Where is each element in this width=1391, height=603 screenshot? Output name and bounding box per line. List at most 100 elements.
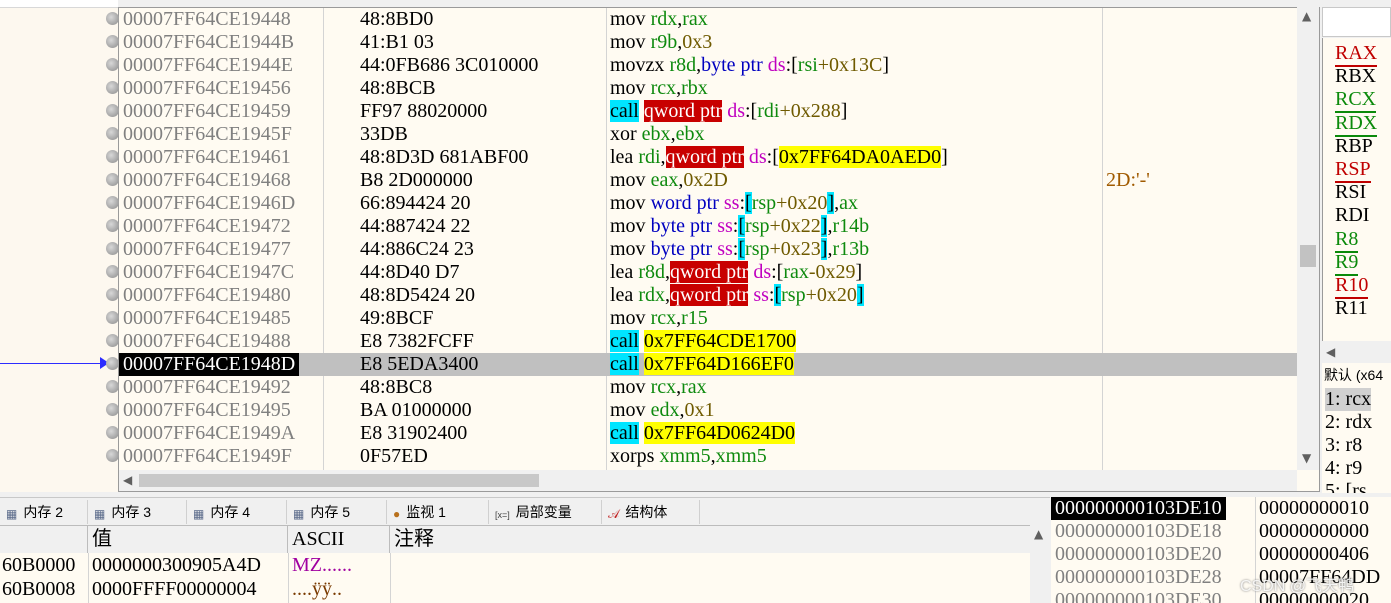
instruction-address[interactable]: 00007FF64CE1949F <box>123 445 292 468</box>
instruction-text[interactable]: mov rcx,rax <box>610 376 707 399</box>
register-rbx[interactable]: RBX <box>1335 65 1376 88</box>
instruction-row[interactable]: 00007FF64CE19461 48:8D3D 681ABF00 lea rdi,… <box>119 146 1299 169</box>
instruction-row[interactable]: 00007FF64CE19488 E8 7382FCFF call 0x7FF64C… <box>119 330 1299 353</box>
instruction-row[interactable]: 00007FF64CE19492 48:8BC8 mov rcx,rax <box>119 376 1299 399</box>
instruction-address[interactable]: 00007FF64CE1944E <box>123 54 293 77</box>
register-r8[interactable]: R8 <box>1335 228 1359 253</box>
stack-address[interactable]: 000000000103DE30 <box>1055 589 1222 603</box>
instruction-text[interactable]: mov byte ptr ss:[rsp+0x22],r14b <box>610 215 869 238</box>
instruction-address[interactable]: 00007FF64CE19495 <box>123 399 291 422</box>
registers-scrollbar[interactable]: ◀ <box>1322 341 1391 363</box>
instruction-text[interactable]: lea r8d,qword ptr ds:[rax-0x29] <box>610 261 862 284</box>
breakpoint-dot-icon[interactable] <box>106 12 119 25</box>
stack-row[interactable]: 000000000103DE18 00000000000 <box>1051 520 1391 543</box>
instruction-row[interactable]: 00007FF64CE19459 FF97 88020000 call qword … <box>119 100 1299 123</box>
instruction-address[interactable]: 00007FF64CE19468 <box>123 169 291 192</box>
instruction-row[interactable]: 00007FF64CE19448 48:8BD0 mov rdx,rax <box>119 8 1299 31</box>
breakpoint-dot-icon[interactable] <box>106 426 119 439</box>
dump-address-header[interactable] <box>0 526 88 553</box>
disassembly-vertical-scrollbar[interactable]: ▲ ▼ <box>1297 7 1319 470</box>
instruction-row[interactable]: 00007FF64CE1945F 33DB xor ebx,ebx <box>119 123 1299 146</box>
call-argument-row[interactable]: 3: r8 <box>1325 434 1362 457</box>
breakpoint-dot-icon[interactable] <box>106 242 119 255</box>
instruction-text[interactable]: call 0x7FF64D0624D0 <box>610 422 796 445</box>
instruction-address[interactable]: 00007FF64CE1948D <box>119 353 300 376</box>
instruction-row[interactable]: 00007FF64CE1949A E8 31902400 call 0x7FF64D… <box>119 422 1299 445</box>
stack-address[interactable]: 000000000103DE28 <box>1055 566 1222 589</box>
breakpoint-dot-icon[interactable] <box>106 150 119 163</box>
breakpoint-dot-icon[interactable] <box>106 380 119 393</box>
register-rdx[interactable]: RDX <box>1335 112 1378 137</box>
instruction-address[interactable]: 00007FF64CE19448 <box>123 8 291 31</box>
instruction-text[interactable]: movzx r8d,byte ptr ds:[rsi+0x13C] <box>610 54 889 77</box>
instruction-address[interactable]: 00007FF64CE19456 <box>123 77 291 100</box>
register-rdi[interactable]: RDI <box>1335 204 1369 227</box>
dump-value-header[interactable]: 值 <box>88 526 288 553</box>
scroll-up-icon[interactable]: ▲ <box>1302 9 1311 23</box>
breakpoint-dot-icon[interactable] <box>106 173 119 186</box>
instruction-address[interactable]: 00007FF64CE19480 <box>123 284 291 307</box>
tab-memory-2[interactable]: ▦ 内存 3 <box>88 500 187 524</box>
register-r9[interactable]: R9 <box>1335 251 1359 276</box>
call-convention-label[interactable]: 默认 (x64 <box>1324 365 1383 385</box>
instruction-row[interactable]: 00007FF64CE1948D E8 5EDA3400 call 0x7FF64D… <box>119 353 1299 376</box>
instruction-text[interactable]: mov rcx,rbx <box>610 77 708 100</box>
tab-locals-6[interactable]: [x=] 局部变量 <box>489 500 602 524</box>
instruction-address[interactable]: 00007FF64CE19477 <box>123 238 291 261</box>
instruction-text[interactable]: mov rdx,rax <box>610 8 708 31</box>
instruction-address[interactable]: 00007FF64CE1949A <box>123 422 295 445</box>
instruction-text[interactable]: call qword ptr ds:[rdi+0x288] <box>610 100 847 123</box>
scroll-down-icon[interactable]: ▼ <box>1302 451 1311 465</box>
instruction-row[interactable]: 00007FF64CE19472 44:887424 22 mov byte ptr… <box>119 215 1299 238</box>
breakpoint-dot-icon[interactable] <box>106 81 119 94</box>
instruction-text[interactable]: xor ebx,ebx <box>610 123 704 146</box>
instruction-row[interactable]: 00007FF64CE19485 49:8BCF mov rcx,r15 <box>119 307 1299 330</box>
breakpoint-dot-icon[interactable] <box>106 288 119 301</box>
dump-value[interactable]: 0000FFFF00000004 <box>92 577 257 601</box>
dump-ascii[interactable]: MZ...... <box>292 553 352 577</box>
stack-row[interactable]: 000000000103DE20 00000000406 <box>1051 543 1391 566</box>
stack-row[interactable]: 000000000103DE10 00000000010 <box>1051 497 1391 520</box>
instruction-row[interactable]: 00007FF64CE1944B 41:B1 03 mov r9b,0x3 <box>119 31 1299 54</box>
scroll-thumb[interactable] <box>1300 245 1316 267</box>
breakpoint-dot-icon[interactable] <box>106 311 119 324</box>
breakpoint-dot-icon[interactable] <box>106 265 119 278</box>
registers-panel[interactable]: RAX RBX RCX RDX RBP RSP RSI RDI R8 R9 R10 R11 <box>1322 38 1391 341</box>
instruction-row[interactable]: 00007FF64CE19495 BA 01000000 mov edx,0x1 <box>119 399 1299 422</box>
breakpoint-dot-icon[interactable] <box>106 35 119 48</box>
disassembly-view[interactable]: 00007FF64CE19448 48:8BD0 mov rdx,rax 00007F… <box>118 7 1320 492</box>
register-r11[interactable]: R11 <box>1335 297 1368 320</box>
stack-address[interactable]: 000000000103DE20 <box>1055 543 1222 566</box>
register-rcx[interactable]: RCX <box>1335 88 1377 114</box>
instruction-address[interactable]: 00007FF64CE19488 <box>123 330 291 353</box>
instruction-address[interactable]: 00007FF64CE1947C <box>123 261 294 284</box>
instruction-text[interactable]: mov eax,0x2D <box>610 169 728 192</box>
dump-value[interactable]: 0000000300905A4D <box>92 553 261 577</box>
instruction-row[interactable]: 00007FF64CE1944E 44:0FB686 3C010000 movzx … <box>119 54 1299 77</box>
tab-struct-7[interactable]: 𝒜 结构体 <box>602 500 700 524</box>
instruction-text[interactable]: call 0x7FF64CDE1700 <box>610 330 797 353</box>
call-arguments-panel[interactable]: 默认 (x64 1: rcx 2: rdx 3: r8 4: r9 5: [rs <box>1322 363 1391 493</box>
dump-ascii-header[interactable]: ASCII <box>288 526 390 553</box>
instruction-address[interactable]: 00007FF64CE19492 <box>123 376 291 399</box>
instruction-text[interactable]: mov edx,0x1 <box>610 399 714 422</box>
tab-watch-5[interactable]: ● 监视 1 <box>387 500 489 524</box>
instruction-row[interactable]: 00007FF64CE1949F 0F57ED xorps xmm5,xmm5 <box>119 445 1299 468</box>
register-r10[interactable]: R10 <box>1335 274 1369 299</box>
scroll-thumb[interactable] <box>139 474 539 487</box>
instruction-text[interactable]: mov r9b,0x3 <box>610 31 712 54</box>
dump-address[interactable]: 60B0000 <box>2 553 75 577</box>
call-argument-row[interactable]: 4: r9 <box>1325 457 1362 480</box>
breakpoint-dot-icon[interactable] <box>106 449 119 462</box>
instruction-text[interactable]: xorps xmm5,xmm5 <box>610 445 767 468</box>
instruction-address[interactable]: 00007FF64CE19485 <box>123 307 291 330</box>
dump-comment-header[interactable]: 注释 <box>390 526 1030 553</box>
instruction-text[interactable]: mov byte ptr ss:[rsp+0x23],r13b <box>610 238 869 261</box>
scroll-left-icon[interactable]: ◀ <box>1326 345 1335 359</box>
dump-body[interactable]: 60B0000 0000000300905A4D MZ...... 60B0008 00… <box>0 553 1030 603</box>
instruction-row[interactable]: 00007FF64CE19477 44:886C24 23 mov byte ptr… <box>119 238 1299 261</box>
instruction-address[interactable]: 00007FF64CE19461 <box>123 146 291 169</box>
dump-vertical-scrollbar[interactable]: ▲ <box>1030 525 1050 603</box>
instruction-row[interactable]: 00007FF64CE1946D 66:894424 20 mov word ptr… <box>119 192 1299 215</box>
instruction-row[interactable]: 00007FF64CE19480 48:8D5424 20 lea rdx,qwor… <box>119 284 1299 307</box>
